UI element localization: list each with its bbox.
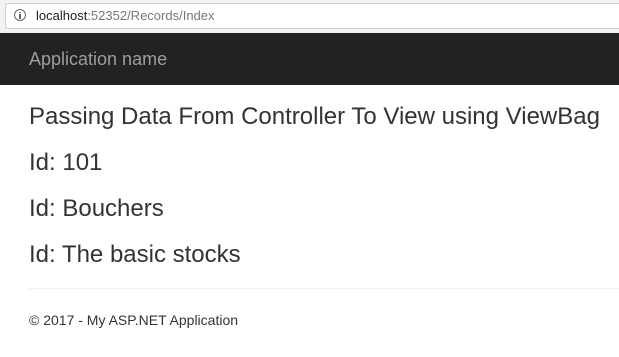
navbar: Application name <box>0 33 619 85</box>
url-path: :52352/Records/Index <box>87 8 215 23</box>
browser-address-bar: localhost:52352/Records/Index <box>0 0 619 33</box>
footer-divider <box>29 288 619 289</box>
footer-copyright: © 2017 - My ASP.NET Application <box>29 312 239 328</box>
record-description-line: Id: The basic stocks <box>29 241 241 268</box>
info-icon[interactable] <box>14 9 26 21</box>
record-name-line: Id: Bouchers <box>29 195 164 222</box>
brand-link[interactable]: Application name <box>29 49 167 69</box>
record-id-line: Id: 101 <box>29 149 103 176</box>
page-title: Passing Data From Controller To View usi… <box>29 103 600 130</box>
url-field[interactable]: localhost:52352/Records/Index <box>5 3 619 29</box>
url-text[interactable]: localhost:52352/Records/Index <box>36 8 215 24</box>
url-host: localhost <box>36 8 88 23</box>
